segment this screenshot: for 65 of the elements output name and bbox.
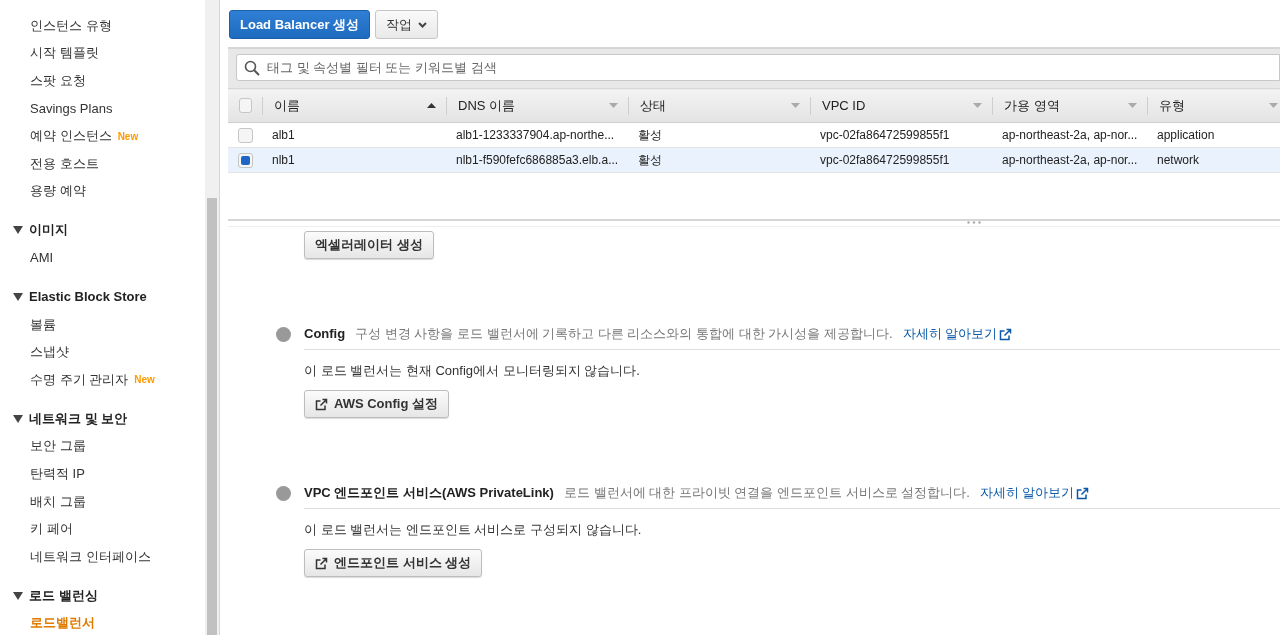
caret-down-icon[interactable] (13, 591, 23, 600)
select-all-checkbox[interactable] (239, 98, 252, 113)
external-link-button[interactable]: AWS Config 설정 (304, 390, 449, 418)
table-cell: alb1 (272, 128, 295, 142)
caret-down-icon[interactable] (13, 414, 23, 423)
status-dot (276, 327, 291, 342)
actions-button[interactable]: 작업 (375, 10, 439, 39)
create-load-balancer-button[interactable]: Load Balancer 생성 (229, 10, 371, 39)
grip-icon[interactable] (967, 221, 981, 224)
sidebar-heading[interactable]: 이미지 (29, 221, 68, 240)
external-link-button[interactable]: 엔드포인트 서비스 생성 (304, 549, 483, 577)
sidebar-heading[interactable]: 로드 밸런싱 (29, 586, 98, 605)
sidebar-item[interactable]: 탄력적 IP (30, 464, 85, 483)
sidebar-item[interactable]: AMI (30, 250, 54, 266)
new-label: New (134, 374, 155, 386)
sidebar-item[interactable]: Savings Plans (30, 101, 113, 117)
table-row[interactable]: alb1 alb1-1233337904.ap-northe... 활성 vpc-02fa86472599855f1 ap-northeast-2a, ap-nor... application (228, 122, 1280, 148)
table-cell: vpc-02fa86472599855f1 (820, 128, 950, 142)
chevron-down-icon (418, 21, 428, 28)
sidebar-item[interactable]: 전용 호스트 (30, 154, 99, 173)
sidebar-item[interactable]: 볼륨 (30, 315, 56, 334)
table-cell: vpc-02fa86472599855f1 (820, 153, 950, 167)
external-link-icon (999, 327, 1013, 341)
section-description: 로드 밸런서에 대한 프라이빗 연결을 엔드포인트 서비스로 설정합니다. (563, 484, 970, 502)
search-field[interactable]: 태그 및 속성별 필터 또는 키워드별 검색 (236, 54, 1280, 81)
external-link-icon (315, 397, 328, 411)
sidebar-item[interactable]: 배치 그룹 (30, 492, 86, 511)
sidebar-item[interactable]: 용량 예약 (30, 182, 86, 201)
sidebar-heading[interactable]: Elastic Block Store (29, 289, 147, 305)
sidebar-item[interactable]: 예약 인스턴스 (30, 127, 112, 146)
caret-down-icon[interactable] (13, 226, 23, 235)
sidebar-item[interactable]: 스냅샷 (30, 343, 69, 362)
create-accelerator-button[interactable]: 엑셀러레이터 생성 (304, 231, 434, 259)
status-text: 이 로드 밸런서는 엔드포인트 서비스로 구성되지 않습니다. (304, 521, 643, 539)
sidebar-item[interactable]: 인스턴스 유형 (30, 16, 112, 35)
table-cell: ap-northeast-2a, ap-nor... (1002, 153, 1138, 167)
sidebar-item[interactable]: 수명 주기 관리자 (30, 370, 129, 389)
caret-down-icon[interactable] (13, 292, 23, 301)
scrollbar[interactable] (205, 0, 220, 635)
external-link-icon (315, 556, 328, 570)
sidebar-item[interactable]: 네트워크 인터페이스 (30, 547, 151, 566)
table-cell: application (1157, 128, 1215, 142)
sidebar-heading[interactable]: 네트워크 및 보안 (29, 409, 128, 428)
sidebar-item[interactable]: 시작 템플릿 (30, 44, 99, 63)
section-title: Config (304, 326, 346, 341)
new-label: New (117, 130, 139, 142)
table-cell: nlb1-f590fefc686885a3.elb.a... (456, 153, 619, 167)
row-checkbox[interactable] (238, 127, 253, 143)
sidebar-item[interactable]: 보안 그룹 (30, 437, 86, 456)
section-description: 구성 변경 사항을 로드 밸런서에 기록하고 다른 리소스와의 통합에 대한 가시성을 제공합니다. (355, 325, 893, 343)
table-cell: 활성 (638, 127, 662, 142)
table-cell: alb1-1233337904.ap-northe... (456, 128, 615, 142)
sidebar-item[interactable]: 키 페어 (30, 520, 73, 539)
table-cell: network (1157, 153, 1200, 167)
status-text: 이 로드 밸런서는 현재 Config에서 모니터링되지 않습니다. (304, 362, 641, 380)
table-cell: ap-northeast-2a, ap-nor... (1002, 128, 1138, 142)
row-checkbox[interactable] (238, 152, 253, 168)
external-link-icon (1076, 486, 1090, 500)
sidebar-item[interactable]: 스팟 요청 (30, 72, 86, 90)
status-dot (276, 486, 291, 501)
learn-more-link[interactable]: 자세히 알아보기 (979, 484, 1090, 502)
section-title: VPC 엔드포인트 서비스(AWS PrivateLink) (304, 484, 554, 502)
learn-more-link[interactable]: 자세히 알아보기 (902, 325, 1013, 343)
table-cell: 활성 (638, 152, 662, 167)
table-cell: nlb1 (272, 153, 295, 167)
